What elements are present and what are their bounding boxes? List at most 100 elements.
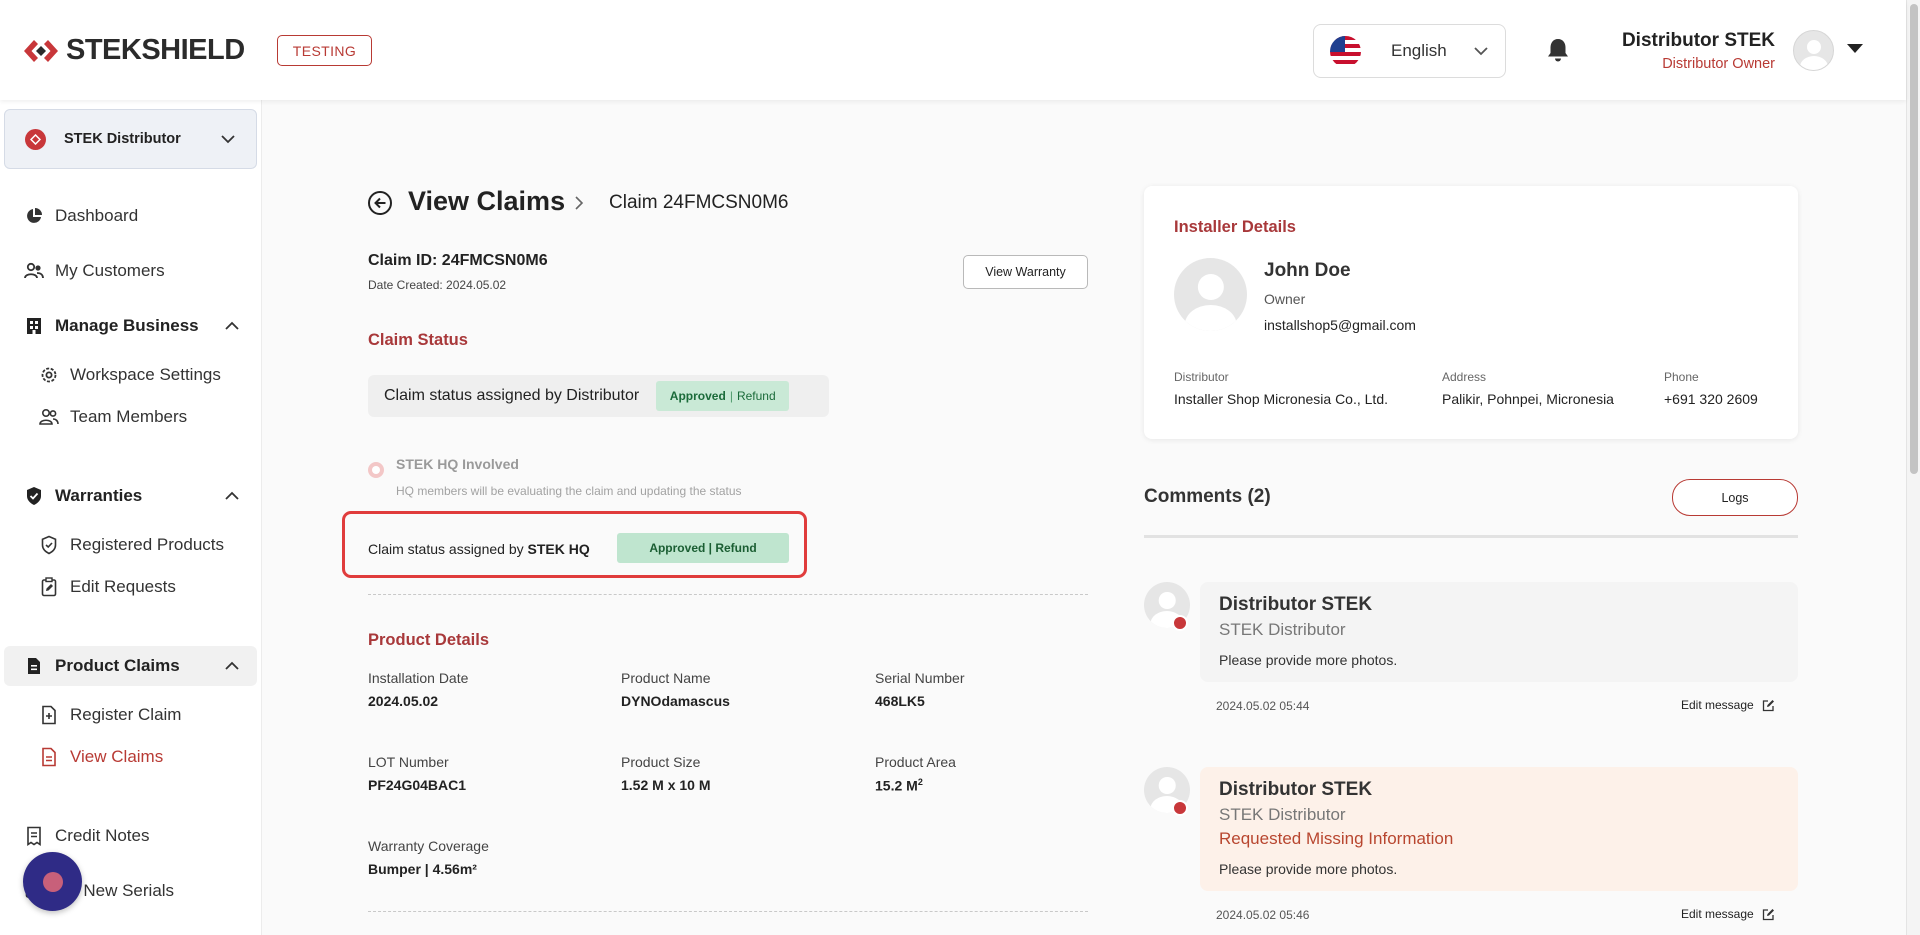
sidebar-item-label: Dashboard [55, 206, 139, 225]
comment-org: STEK Distributor [1219, 620, 1346, 639]
serial-number-label: Serial Number [875, 670, 965, 686]
product-name-value: DYNOdamascus [621, 693, 730, 709]
team-icon [38, 406, 60, 428]
user-info[interactable]: Distributor STEK Distributor Owner [1560, 30, 1775, 72]
chat-icon [42, 871, 63, 892]
claim-date-created: Date Created: 2024.05.02 [368, 278, 507, 292]
language-select[interactable]: English [1313, 24, 1506, 78]
us-flag-icon [1330, 35, 1361, 67]
product-area-unit: 2 [917, 777, 923, 787]
claim-status-title: Claim Status [368, 331, 468, 349]
hq-status-highlight: Claim status assigned by STEK HQ Approve… [342, 511, 807, 578]
installer-role: Owner [1264, 291, 1306, 307]
stek-logo-icon [24, 39, 58, 62]
shield-outline-icon [38, 534, 60, 556]
sidebar-item-register-claim[interactable]: Register Claim [0, 700, 262, 730]
user-role: Distributor Owner [1662, 56, 1775, 72]
installer-details-title: Installer Details [1174, 218, 1296, 236]
installer-name: John Doe [1264, 260, 1351, 281]
lot-number-label: LOT Number [368, 754, 449, 770]
edit-message-button[interactable]: Edit message [1681, 907, 1775, 921]
warranty-coverage-value: Bumper | 4.56m² [368, 861, 477, 877]
document-plus-icon [38, 704, 60, 726]
top-header: STEKSHIELD TESTING English Distributor S… [0, 0, 1906, 100]
chat-launcher-button[interactable] [23, 852, 82, 911]
scrollbar-thumb[interactable] [1910, 4, 1918, 474]
comment-bubble: Distributor STEK STEK Distributor Reques… [1200, 767, 1798, 891]
chevron-up-icon [225, 661, 239, 670]
sidebar-group-product-claims[interactable]: Product Claims [4, 646, 257, 686]
hq-status-badge[interactable]: Approved | Refund [617, 533, 789, 563]
environment-badge: TESTING [277, 35, 372, 66]
sidebar-item-credit-notes[interactable]: Credit Notes [0, 821, 262, 851]
distributor-label: Distributor [1174, 370, 1229, 384]
sidebar-item-dashboard[interactable]: Dashboard [0, 201, 262, 231]
status-secondary: Refund [736, 389, 776, 403]
gear-icon [38, 364, 60, 386]
view-warranty-button[interactable]: View Warranty [963, 255, 1088, 289]
chevron-down-icon [1474, 47, 1488, 56]
shield-check-icon [23, 485, 45, 507]
product-details-title: Product Details [368, 631, 490, 649]
sidebar-item-label: Warranties [55, 486, 143, 505]
sidebar-item-workspace-settings[interactable]: Workspace Settings [0, 360, 262, 390]
sidebar-item-label: Credit Notes [55, 826, 150, 845]
installer-email: installshop5@gmail.com [1264, 317, 1416, 333]
installation-date-label: Installation Date [368, 670, 469, 686]
sidebar-item-view-claims[interactable]: View Claims [0, 742, 262, 772]
comment-message: Please provide more photos. [1219, 652, 1398, 668]
user-avatar[interactable] [1793, 30, 1834, 71]
phone-value: +691 320 2609 [1664, 391, 1758, 407]
chevron-right-icon [575, 196, 584, 210]
edit-icon [1762, 699, 1774, 711]
lot-number-value: PF24G04BAC1 [368, 777, 467, 793]
comment-time: 2024.05.02 05:46 [1216, 908, 1310, 922]
clipboard-edit-icon [38, 576, 60, 598]
sidebar: STEK Distributor Dashboard My Customers … [0, 100, 262, 935]
back-button[interactable] [368, 191, 392, 215]
sidebar-group-warranties[interactable]: Warranties [0, 481, 262, 511]
brand-logo[interactable]: STEKSHIELD [22, 34, 245, 67]
sidebar-item-label: Workspace Settings [70, 365, 221, 384]
hq-status-org: STEK HQ [527, 541, 590, 557]
comment-bubble: Distributor STEK STEK Distributor Please… [1200, 582, 1798, 682]
address-label: Address [1442, 370, 1487, 384]
sidebar-item-label: Manage Business [55, 316, 199, 335]
sidebar-item-label: My Customers [55, 261, 165, 280]
distributor-status-box: Claim status assigned by Distributor App… [368, 375, 829, 417]
installer-details-card: Installer Details John Doe Owner install… [1144, 186, 1798, 439]
edit-message-label: Edit message [1681, 907, 1754, 921]
page-scrollbar[interactable] [1906, 0, 1920, 935]
comment-time: 2024.05.02 05:44 [1216, 699, 1310, 713]
logs-button[interactable]: Logs [1672, 479, 1798, 516]
caret-down-icon[interactable] [1847, 44, 1863, 53]
comment-message: Please provide more photos. [1219, 861, 1398, 877]
installer-avatar [1174, 258, 1247, 331]
product-area-label: Product Area [875, 754, 956, 770]
installation-date-value: 2024.05.02 [368, 693, 439, 709]
edit-message-button[interactable]: Edit message [1681, 698, 1775, 712]
sidebar-group-manage-business[interactable]: Manage Business [0, 311, 262, 341]
sidebar-item-label: Edit Requests [70, 577, 176, 596]
distributor-status-label: Claim status assigned by Distributor [384, 387, 640, 404]
comments-divider [1144, 535, 1798, 538]
comment-author: Distributor STEK [1219, 779, 1373, 800]
sidebar-item-edit-requests[interactable]: Edit Requests [0, 572, 262, 602]
sidebar-item-my-customers[interactable]: My Customers [0, 256, 262, 286]
hq-status-prefix: Claim status assigned by [368, 541, 528, 557]
hq-involved-description: HQ members will be evaluating the claim … [396, 484, 742, 498]
comment-author: Distributor STEK [1219, 594, 1373, 615]
product-area-value: 15.2 M [875, 777, 918, 794]
product-size-label: Product Size [621, 754, 701, 770]
brand-name: STEKSHIELD [66, 34, 245, 66]
organization-select[interactable]: STEK Distributor [4, 109, 257, 169]
edit-message-label: Edit message [1681, 698, 1754, 712]
sidebar-item-registered-products[interactable]: Registered Products [0, 530, 262, 560]
product-name-label: Product Name [621, 670, 711, 686]
hq-status-label: Claim status assigned by STEK HQ [368, 541, 590, 557]
language-label: English [1391, 41, 1447, 60]
hq-involved-radio[interactable] [368, 462, 384, 478]
sidebar-item-team-members[interactable]: Team Members [0, 402, 262, 432]
distributor-status-badge[interactable]: Approved | Refund [656, 381, 790, 411]
claim-id: Claim ID: 24FMCSN0M6 [368, 252, 548, 269]
